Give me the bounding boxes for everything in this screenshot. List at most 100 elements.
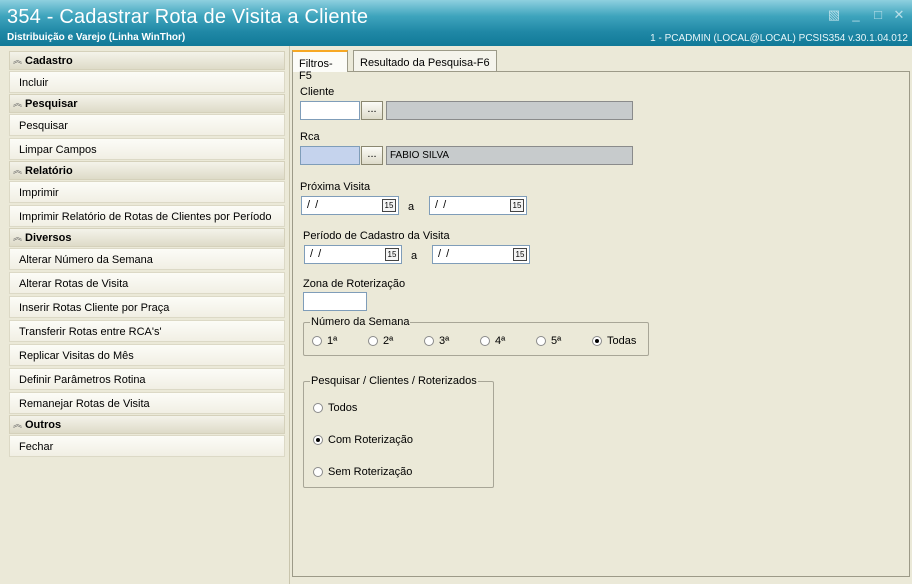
help-icon[interactable]: ▧ [826,8,842,22]
item-label: Transferir Rotas entre RCA's' [19,326,162,338]
definir-parametros-button[interactable]: Definir Parâmetros Rotina [9,368,285,390]
cliente-label: Cliente [300,86,335,98]
item-label: Alterar Rotas de Visita [19,278,129,290]
tab-filtros[interactable]: Filtros-F5 [292,50,348,82]
window-title: 354 - Cadastrar Rota de Visita a Cliente [7,6,369,28]
radio-dot [312,336,322,346]
section-relatorio[interactable]: ︽ Relatório [9,161,285,180]
radio-label: Sem Roterização [328,466,413,478]
proxima-visita-to-input[interactable]: / / 15 [429,196,527,215]
item-label: Imprimir [19,187,59,199]
proxima-visita-from-input[interactable]: / / 15 [301,196,399,215]
date-value: / / [307,199,320,211]
radio-label: 4ª [495,335,506,347]
section-label: Cadastro [25,55,73,67]
replicar-visitas-button[interactable]: Replicar Visitas do Mês [9,344,285,366]
calendar-icon[interactable]: 15 [382,199,396,212]
periodo-cadastro-label: Período de Cadastro da Visita [303,230,450,242]
minimize-icon[interactable]: _ [848,8,864,22]
section-cadastro[interactable]: ︽ Cadastro [9,51,285,70]
imprimir-relatorio-button[interactable]: Imprimir Relatório de Rotas de Clientes … [9,205,285,227]
alterar-numero-semana-button[interactable]: Alterar Número da Semana [9,248,285,270]
inserir-rotas-praca-button[interactable]: Inserir Rotas Cliente por Praça [9,296,285,318]
radio-dot [424,336,434,346]
rca-description: FABIO SILVA [386,146,633,165]
remanejar-rotas-button[interactable]: Remanejar Rotas de Visita [9,392,285,414]
radio-dot [480,336,490,346]
main-area: Filtros-F5 Resultado da Pesquisa-F6 Clie… [291,46,912,584]
radio-dot [536,336,546,346]
radio-label: 1ª [327,335,338,347]
alterar-rotas-visita-button[interactable]: Alterar Rotas de Visita [9,272,285,294]
semana-group-title: Número da Semana [310,316,411,328]
close-icon[interactable]: ✕ [891,8,907,22]
date-value: / / [435,199,448,211]
radio-dot [313,403,323,413]
date-value: / / [438,248,451,260]
incluir-button[interactable]: Incluir [9,71,285,93]
item-label: Fechar [19,441,54,453]
section-pesquisar[interactable]: ︽ Pesquisar [9,94,285,113]
chevron-up-icon: ︽ [13,232,23,242]
zona-input[interactable] [303,292,367,311]
item-label: Limpar Campos [19,144,97,156]
proxima-visita-separator: a [408,201,415,213]
roterizados-group: Pesquisar / Clientes / Roterizados Todos… [303,375,494,488]
periodo-cadastro-to-input[interactable]: / / 15 [432,245,530,264]
section-diversos[interactable]: ︽ Diversos [9,228,285,247]
periodo-cadastro-from-input[interactable]: / / 15 [304,245,402,264]
item-label: Imprimir Relatório de Rotas de Clientes … [19,211,272,223]
cliente-lookup-button[interactable]: ... [361,101,383,120]
date-value: / / [310,248,323,260]
rca-code-input[interactable] [300,146,360,165]
rca-lookup-button[interactable]: ... [361,146,383,165]
cliente-code-input[interactable] [300,101,360,120]
item-label: Remanejar Rotas de Visita [19,398,150,410]
item-label: Replicar Visitas do Mês [19,350,134,362]
item-label: Inserir Rotas Cliente por Praça [19,302,170,314]
radio-label: Todos [328,402,358,414]
calendar-icon[interactable]: 15 [385,248,399,261]
section-label: Diversos [25,232,72,244]
radio-label: 3ª [439,335,450,347]
item-label: Incluir [19,77,49,89]
radio-label: Com Roterização [328,434,413,446]
radio-label: Todas [607,335,637,347]
section-label: Pesquisar [25,98,78,110]
rca-description-text: FABIO SILVA [390,150,450,161]
limpar-campos-button[interactable]: Limpar Campos [9,138,285,160]
fechar-button[interactable]: Fechar [9,435,285,457]
window-subtitle: Distribuição e Varejo (Linha WinThor) [7,32,186,43]
filter-panel: Cliente ... Rca ... FABIO SILVA Próxima … [292,71,910,577]
maximize-icon[interactable]: □ [870,8,886,22]
item-label: Pesquisar [19,120,68,132]
radio-label: 2ª [383,335,394,347]
chevron-up-icon: ︽ [13,55,23,65]
section-outros[interactable]: ︽ Outros [9,415,285,434]
radio-dot-selected [313,435,323,445]
radio-dot-selected [592,336,602,346]
cliente-description [386,101,633,120]
radio-dot [368,336,378,346]
calendar-icon[interactable]: 15 [510,199,524,212]
proxima-visita-label: Próxima Visita [300,181,371,193]
rca-label: Rca [300,131,320,143]
chevron-up-icon: ︽ [13,419,23,429]
pesquisar-button[interactable]: Pesquisar [9,114,285,136]
radio-label: 5ª [551,335,562,347]
imprimir-button[interactable]: Imprimir [9,181,285,203]
title-bar: 354 - Cadastrar Rota de Visita a Cliente… [0,0,912,46]
zona-label: Zona de Roterização [303,278,406,290]
calendar-icon[interactable]: 15 [513,248,527,261]
semana-group: Número da Semana 1ª 2ª 3ª 4ª 5ª Todas [303,316,649,356]
session-info: 1 - PCADMIN (LOCAL@LOCAL) PCSIS354 v.30.… [650,33,908,44]
section-label: Outros [25,419,62,431]
section-label: Relatório [25,165,73,177]
action-sidebar: ︽ Cadastro Incluir ︽ Pesquisar Pesquisar… [0,46,290,584]
chevron-up-icon: ︽ [13,165,23,175]
roterizados-group-title: Pesquisar / Clientes / Roterizados [310,375,478,387]
item-label: Alterar Número da Semana [19,254,153,266]
tab-resultado[interactable]: Resultado da Pesquisa-F6 [353,50,497,71]
radio-dot [313,467,323,477]
transferir-rotas-button[interactable]: Transferir Rotas entre RCA's' [9,320,285,342]
